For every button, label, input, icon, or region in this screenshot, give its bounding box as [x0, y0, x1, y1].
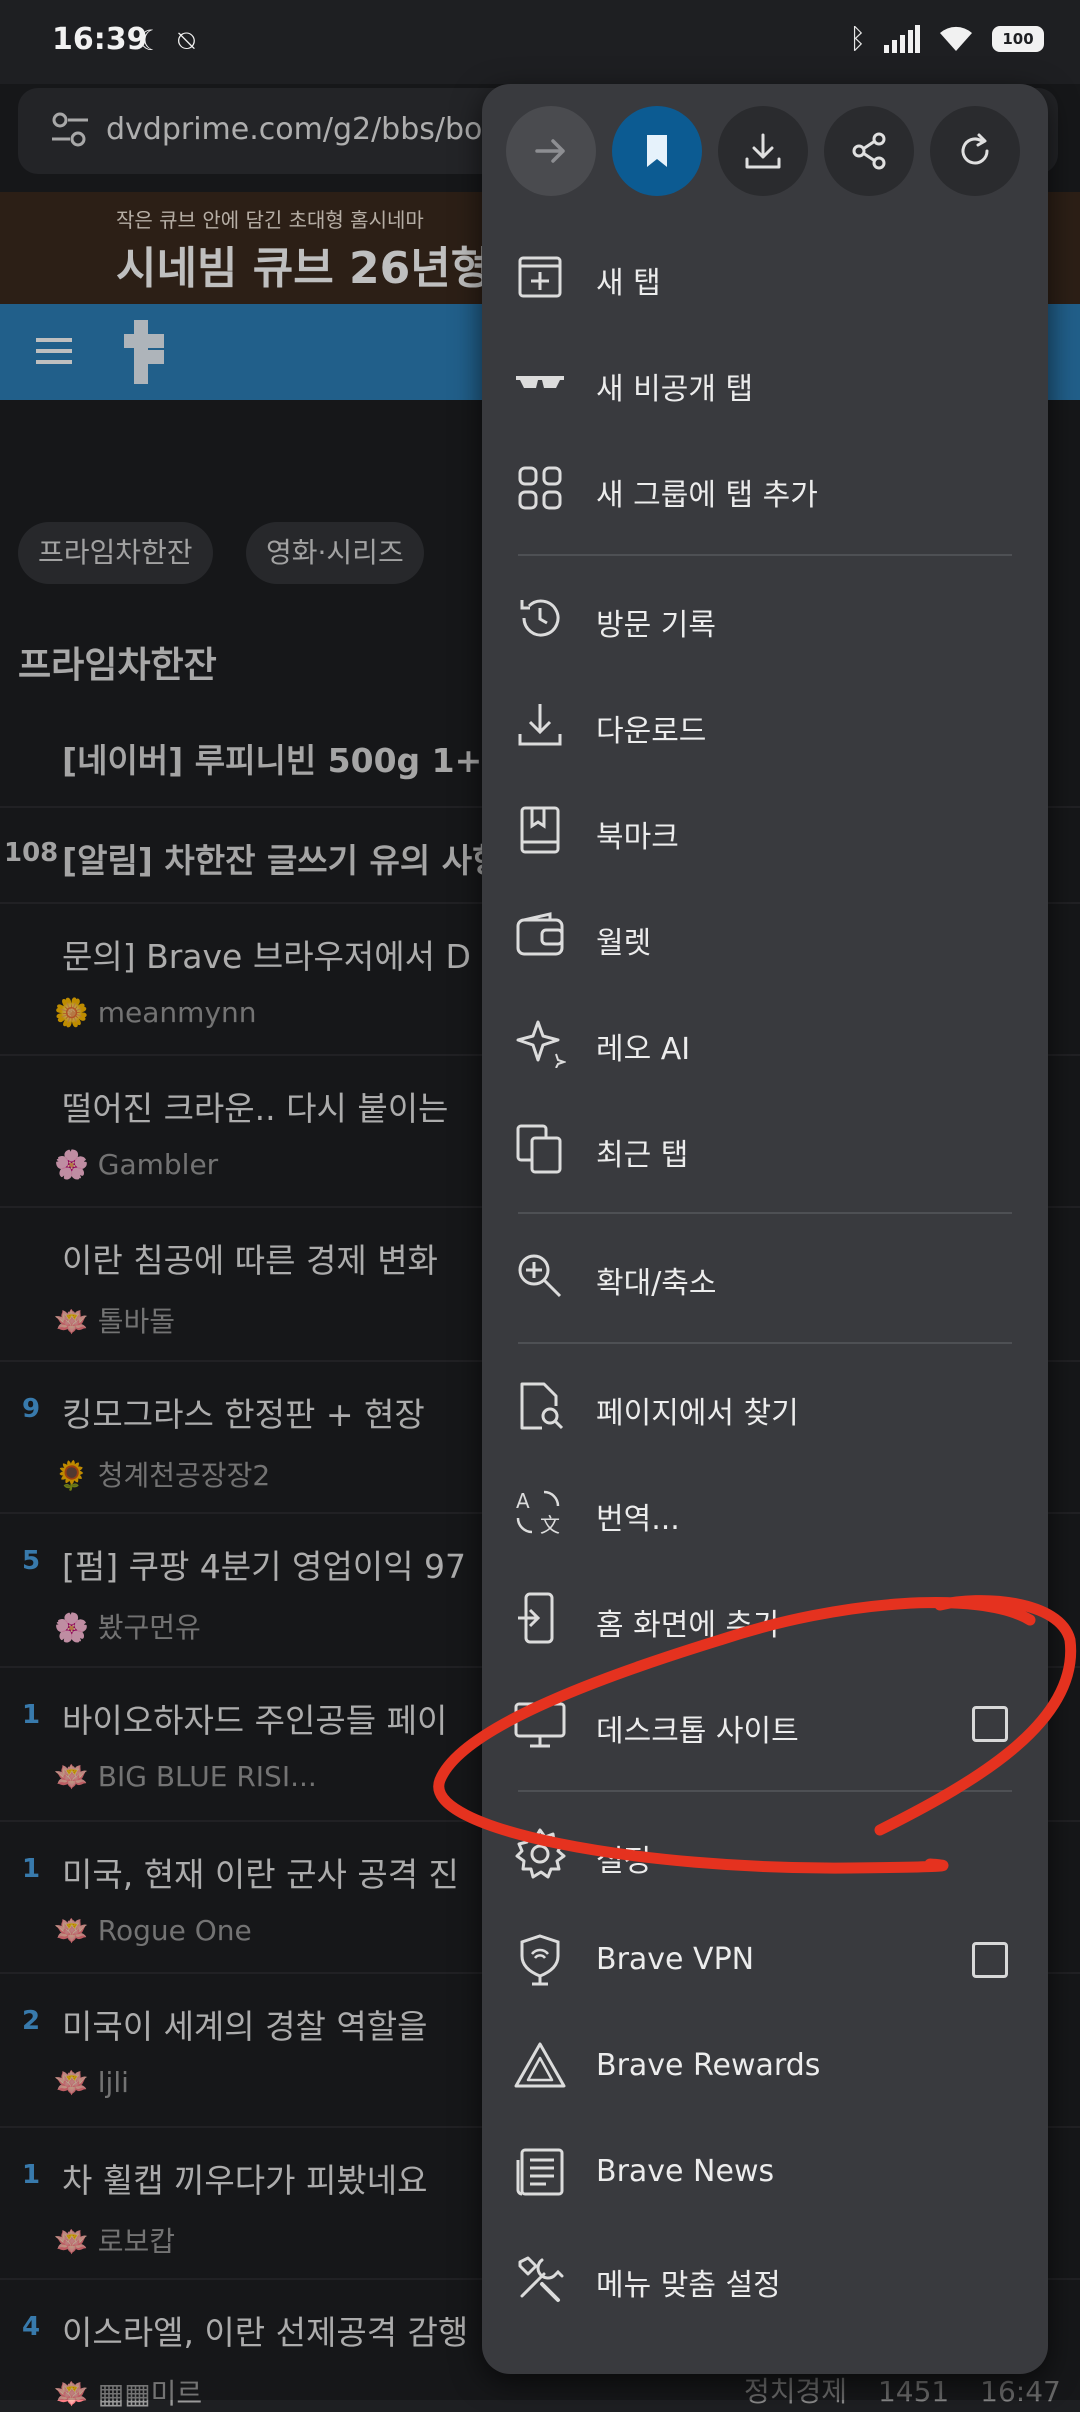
menu-divider — [518, 1342, 1012, 1344]
menu-item-desktop-site[interactable]: 데스크톱 사이트 — [482, 1672, 1048, 1776]
brave-vpn-checkbox[interactable] — [972, 1942, 1008, 1978]
history-icon — [520, 599, 560, 637]
menu-item-label: 홈 화면에 추가 — [596, 1608, 781, 1643]
menu-item-settings[interactable]: 설정 — [482, 1802, 1048, 1906]
browser-overflow-menu: 새 탭 새 비공개 탭 새 그룹에 탭 추가 방문 기록 다운로드 북마크 월렛… — [482, 84, 1048, 2374]
download-page-button[interactable] — [718, 106, 808, 196]
menu-item-translate[interactable]: A文 번역... — [482, 1460, 1048, 1564]
menu-item-label: 다운로드 — [596, 714, 707, 749]
leo-ai-icon — [516, 1020, 566, 1068]
vpn-icon — [520, 1934, 560, 1986]
menu-item-add-to-home[interactable]: 홈 화면에 추가 — [482, 1566, 1048, 1670]
add-to-home-icon — [518, 1592, 554, 1644]
menu-item-label: 메뉴 맞춤 설정 — [596, 2268, 781, 2303]
menu-divider — [518, 1790, 1012, 1792]
menu-item-label: Brave News — [596, 2154, 775, 2189]
menu-item-label: 새 탭 — [596, 266, 661, 301]
menu-item-leo-ai[interactable]: 레오 AI — [482, 990, 1048, 1094]
menu-divider — [518, 554, 1012, 556]
recent-tabs-icon — [516, 1124, 562, 1174]
bookmark-button[interactable] — [612, 106, 702, 196]
svg-text:文: 文 — [540, 1513, 560, 1537]
wallet-icon — [516, 912, 564, 956]
find-in-page-icon — [520, 1382, 564, 1430]
bookmarks-icon — [520, 806, 560, 854]
menu-item-label: Brave Rewards — [596, 2048, 821, 2083]
zoom-icon — [518, 1254, 562, 1298]
menu-item-brave-rewards[interactable]: Brave Rewards — [482, 2014, 1048, 2118]
menu-item-new-private-tab[interactable]: 새 비공개 탭 — [482, 330, 1048, 434]
arrow-right-icon — [535, 139, 565, 163]
menu-item-label: 데스크톱 사이트 — [596, 1714, 799, 1749]
menu-item-label: 페이지에서 찾기 — [596, 1396, 799, 1431]
status-time: 16:39 — [52, 22, 148, 57]
private-tab-icon — [516, 376, 564, 388]
menu-item-downloads[interactable]: 다운로드 — [482, 672, 1048, 776]
do-not-disturb-icon: ☾ — [138, 24, 164, 57]
tab-group-icon — [518, 466, 562, 510]
menu-item-label: 확대/축소 — [596, 1266, 717, 1301]
menu-item-zoom[interactable]: 확대/축소 — [482, 1224, 1048, 1328]
menu-item-label: 방문 기록 — [596, 608, 716, 643]
share-button[interactable] — [824, 106, 914, 196]
menu-item-label: 새 그룹에 탭 추가 — [596, 478, 818, 513]
reload-button[interactable] — [930, 106, 1020, 196]
menu-item-brave-vpn[interactable]: Brave VPN — [482, 1908, 1048, 2012]
menu-item-brave-news[interactable]: Brave News — [482, 2120, 1048, 2224]
translate-icon: A文 — [516, 1489, 560, 1537]
wifi-icon — [940, 26, 972, 51]
menu-divider — [518, 1212, 1012, 1214]
download-icon — [518, 704, 562, 746]
menu-item-label: 새 비공개 탭 — [596, 372, 754, 407]
status-icons-left: ☾ ⍉ — [138, 24, 195, 58]
menu-item-label: 최근 탭 — [596, 1138, 689, 1173]
status-bar: 16:39 ☾ ⍉ ᛒ 100 — [0, 0, 1080, 84]
news-icon — [516, 2148, 564, 2196]
menu-item-new-tab-group[interactable]: 새 그룹에 탭 추가 — [482, 436, 1048, 540]
signal-icon — [884, 24, 920, 53]
menu-item-customize-menu[interactable]: 메뉴 맞춤 설정 — [482, 2226, 1048, 2330]
menu-item-label: 북마크 — [596, 820, 679, 855]
menu-item-find-in-page[interactable]: 페이지에서 찾기 — [482, 1354, 1048, 1458]
bluetooth-icon: ᛒ — [849, 22, 866, 55]
menu-item-bookmarks[interactable]: 북마크 — [482, 778, 1048, 882]
new-tab-icon — [518, 256, 562, 298]
rewards-icon — [514, 2042, 566, 2088]
customize-menu-icon — [518, 2256, 564, 2302]
menu-item-label: 레오 AI — [596, 1032, 691, 1067]
download-icon — [745, 133, 781, 169]
status-icons-right: ᛒ 100 — [849, 22, 1044, 55]
menu-item-recent-tabs[interactable]: 최근 탭 — [482, 1096, 1048, 1200]
share-icon — [852, 132, 886, 170]
desktop-icon — [514, 1702, 566, 1748]
settings-icon — [515, 1828, 566, 1879]
menu-item-label: Brave VPN — [596, 1942, 755, 1977]
desktop-site-checkbox[interactable] — [972, 1706, 1008, 1742]
menu-item-new-tab[interactable]: 새 탭 — [482, 224, 1048, 328]
silent-icon: ⍉ — [178, 24, 195, 57]
menu-item-wallet[interactable]: 월렛 — [482, 884, 1048, 988]
menu-item-history[interactable]: 방문 기록 — [482, 566, 1048, 670]
reload-icon — [961, 133, 989, 165]
menu-item-label: 월렛 — [596, 926, 652, 961]
battery-indicator: 100 — [992, 25, 1044, 52]
menu-item-label: 번역... — [596, 1502, 680, 1537]
forward-button[interactable] — [506, 106, 596, 196]
svg-text:A: A — [516, 1489, 530, 1513]
menu-item-label: 설정 — [596, 1844, 652, 1879]
bookmark-icon — [647, 135, 667, 167]
